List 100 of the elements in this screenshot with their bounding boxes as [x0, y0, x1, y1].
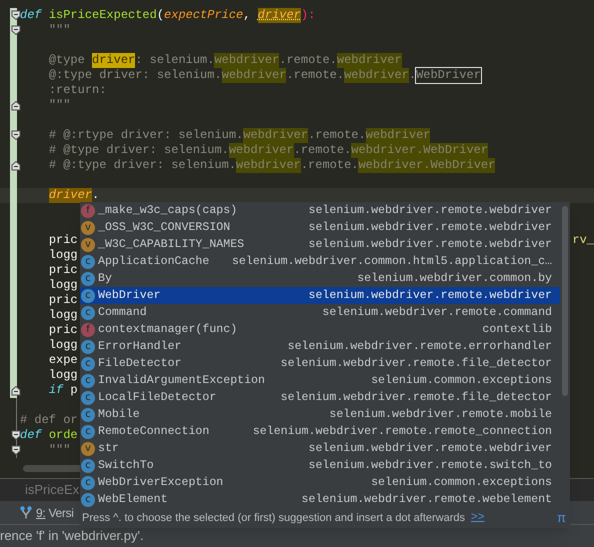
kind-icon: c	[81, 458, 95, 472]
kind-icon: v	[81, 220, 95, 234]
kind-icon: v	[81, 238, 95, 252]
kind-icon: f	[81, 204, 95, 218]
kind-icon: c	[81, 492, 95, 506]
branch-icon	[20, 506, 32, 519]
completion-label: ErrorHandler	[98, 338, 182, 355]
completion-location: selenium.webdriver.remote.webdriver	[307, 440, 552, 457]
fold-icon[interactable]	[11, 100, 21, 111]
kind-icon: c	[81, 306, 95, 320]
fold-icon[interactable]	[11, 445, 21, 456]
completion-item[interactable]: c WebElement selenium.webdriver.remote.webelement	[80, 491, 560, 508]
completion-label: WebElement	[98, 492, 168, 508]
completion-label: WebDriver	[98, 288, 161, 304]
completion-label: RemoteConnection	[98, 424, 210, 440]
completion-item[interactable]: f contextmanager(func) contextlib	[80, 321, 560, 338]
completion-item[interactable]: v _OSS_W3C_CONVERSION selenium.webdriver.remote.webdriver	[80, 219, 560, 236]
completion-item[interactable]: f _make_w3c_caps(caps) selenium.webdriver.remote.webdriver	[80, 202, 560, 219]
completion-label: Command	[98, 304, 147, 321]
code-line: pric	[48, 263, 78, 278]
completion-location: selenium.webdriver.remote.mobile	[328, 406, 552, 423]
fold-icon[interactable]	[11, 385, 21, 396]
completion-location: selenium.webdriver.remote.command	[321, 304, 552, 321]
scrollbar-thumb[interactable]	[562, 206, 568, 396]
completion-label: InvalidArgumentException	[98, 372, 265, 389]
completion-item[interactable]: c FileDetector selenium.webdriver.remote.file_detector	[80, 355, 560, 372]
kind-icon: c	[81, 476, 95, 490]
completion-location: selenium.webdriver.common.by	[356, 270, 552, 287]
completion-location: selenium.webdriver.remote.file_detector	[280, 356, 552, 372]
kind-icon: c	[81, 408, 95, 422]
fold-icon[interactable]	[11, 160, 21, 171]
kind-icon: c	[81, 390, 95, 404]
completion-location: selenium.webdriver.common.html5.application_c…	[230, 254, 552, 270]
completion-label: str	[98, 440, 119, 457]
code-line: @type driver: selenium.webdriver.remote.webdriver	[48, 53, 402, 68]
code-line: driver.	[48, 188, 100, 203]
completion-item[interactable]: c Mobile selenium.webdriver.remote.mobile	[80, 406, 560, 423]
completion-label: By	[98, 270, 112, 287]
code-line: logg	[48, 368, 78, 383]
completion-item[interactable]: c WebDriver selenium.webdriver.remote.webdriver	[80, 287, 560, 304]
code-line: def orde	[20, 428, 78, 443]
completion-label: Mobile	[98, 406, 140, 423]
code-line: logg	[48, 248, 78, 263]
code-line: if p	[48, 383, 78, 398]
completion-item[interactable]: c ApplicationCache selenium.webdriver.common.html5.application_c…	[80, 253, 560, 270]
kind-icon: v	[81, 442, 95, 456]
code-line: pric	[48, 233, 78, 248]
code-line: # @:rtype driver: selenium.webdriver.remote.webdriver	[48, 128, 430, 143]
completion-item[interactable]: c ErrorHandler selenium.webdriver.remote.errorhandler	[80, 338, 560, 355]
completion-item[interactable]: c WebDriverException selenium.common.exceptions	[80, 474, 560, 491]
completion-label: ApplicationCache	[98, 254, 210, 270]
completion-item[interactable]: v str selenium.webdriver.remote.webdriver	[80, 440, 560, 457]
completion-label: _OSS_W3C_CONVERSION	[98, 220, 230, 236]
change-marker[interactable]	[10, 113, 17, 128]
code-line: :return:	[48, 83, 106, 98]
code-line: pric	[48, 323, 78, 338]
version-control-tool[interactable]: 9: Versi	[36, 504, 74, 522]
completion-item[interactable]: v _W3C_CAPABILITY_NAMES selenium.webdriver.remote.webdriver	[80, 236, 560, 253]
change-marker[interactable]	[10, 173, 17, 188]
code-line: # @type driver: selenium.webdriver.remote.webdriver.WebDriver	[48, 143, 488, 158]
kind-icon: f	[81, 322, 95, 336]
completion-location: selenium.common.exceptions	[370, 474, 552, 491]
status-message: rence 'f' in 'webdriver.py'.	[0, 527, 144, 546]
fold-icon[interactable]	[11, 25, 21, 36]
completion-location: selenium.webdriver.remote.webelement	[300, 492, 552, 508]
completion-item[interactable]: c RemoteConnection selenium.webdriver.remote.remote_connection	[80, 423, 560, 440]
completion-label: WebDriverException	[98, 474, 224, 491]
completion-label: LocalFileDetector	[98, 390, 216, 406]
code-line: def isPriceExpected(expectPrice, driver):	[20, 8, 316, 23]
kind-icon: c	[81, 340, 95, 354]
code-line: """	[48, 443, 70, 458]
fold-icon[interactable]	[11, 130, 21, 141]
completion-label: SwitchTo	[98, 458, 154, 474]
kind-icon: c	[81, 288, 95, 302]
completion-label: _W3C_CAPABILITY_NAMES	[98, 236, 244, 253]
completion-location: selenium.webdriver.remote.file_detector	[280, 390, 552, 406]
completion-location: contextlib	[481, 322, 552, 338]
code-line: logg	[48, 338, 78, 353]
kind-icon: c	[81, 254, 95, 268]
completion-location: selenium.webdriver.remote.switch_to	[307, 458, 552, 474]
code-line: pric	[48, 293, 78, 308]
completion-location: selenium.webdriver.remote.errorhandler	[286, 338, 552, 355]
completion-item[interactable]: c InvalidArgumentException selenium.common.exceptions	[80, 372, 560, 389]
horizontal-scrollbar[interactable]	[23, 465, 83, 472]
completion-item[interactable]: c By selenium.webdriver.common.by	[80, 270, 560, 287]
code-line: logg	[48, 278, 78, 293]
completion-location: selenium.webdriver.remote.webdriver	[307, 202, 552, 219]
code-line: """	[48, 98, 70, 113]
kind-icon: c	[81, 374, 95, 388]
completion-label: contextmanager(func)	[98, 322, 238, 338]
completion-location: selenium.webdriver.remote.webdriver	[307, 220, 552, 236]
fold-icon[interactable]	[11, 10, 21, 21]
code-line: # def or	[20, 413, 78, 428]
completion-item[interactable]: c SwitchTo selenium.webdriver.remote.switch_to	[80, 457, 560, 474]
completion-location: selenium.webdriver.remote.remote_connection	[252, 424, 552, 440]
completion-item[interactable]: c LocalFileDetector selenium.webdriver.remote.file_detector	[80, 389, 560, 406]
kind-icon: c	[81, 424, 95, 438]
code-line: """	[48, 23, 70, 38]
fold-icon[interactable]	[11, 430, 21, 441]
completion-item[interactable]: c Command selenium.webdriver.remote.command	[80, 304, 560, 321]
